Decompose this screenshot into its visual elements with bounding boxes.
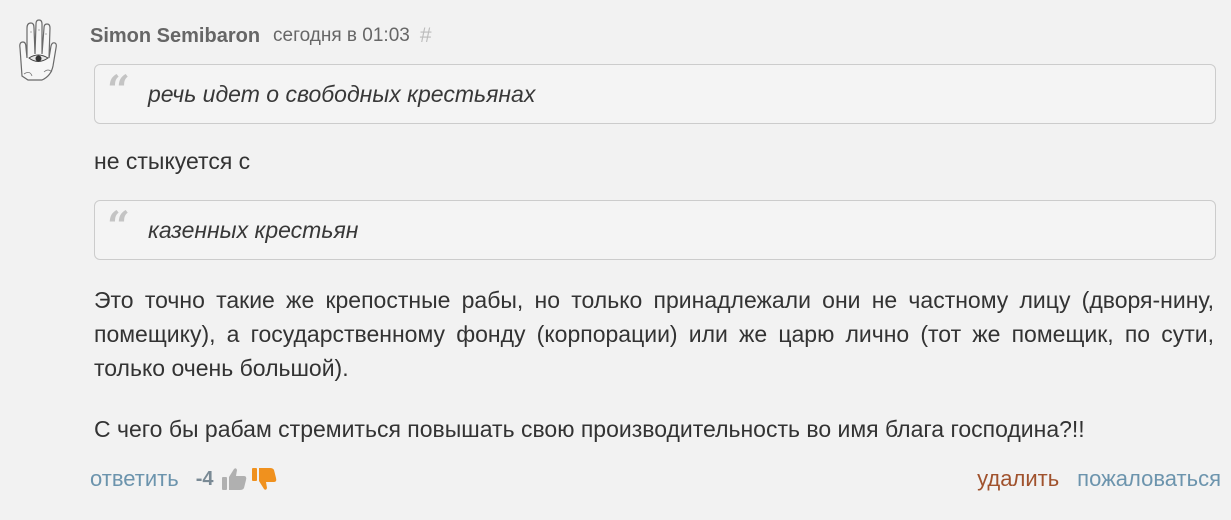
thumbs-down-icon[interactable] [251,467,277,491]
author-name[interactable]: Simon Semibaron [90,25,260,48]
quote-text: казенных крестьян [148,217,359,243]
reply-link[interactable]: ответить [90,466,179,492]
report-link[interactable]: пожаловаться [1077,466,1221,492]
delete-link[interactable]: удалить [977,466,1059,492]
rating-score: -4 [195,467,214,490]
quote-text: речь идет о свободных крестьянах [148,81,536,107]
quote-mark-icon: “ [107,67,131,114]
comment-timestamp[interactable]: сегодня в 01:03 [273,25,410,47]
blockquote: “ речь идет о свободных крестьянах [94,64,1216,124]
permalink-link[interactable]: # [420,24,432,48]
comment-paragraph: С чего бы рабам стремиться повышать свою… [94,416,1085,442]
thumbs-up-icon[interactable] [221,467,247,491]
comment-paragraph: не стыкуется с [94,148,251,174]
comment-header: Simon Semibaron сегодня в 01:03 # [90,22,432,50]
hand-eye-avatar-icon [19,19,57,81]
comment-paragraph: Это точно такие же крепостные рабы, но т… [94,287,1214,381]
avatar[interactable] [8,18,58,84]
quote-mark-icon: “ [107,203,131,250]
blockquote: “ казенных крестьян [94,200,1216,260]
comment-footer: ответить -4 удалить пожаловаться [90,462,1221,496]
